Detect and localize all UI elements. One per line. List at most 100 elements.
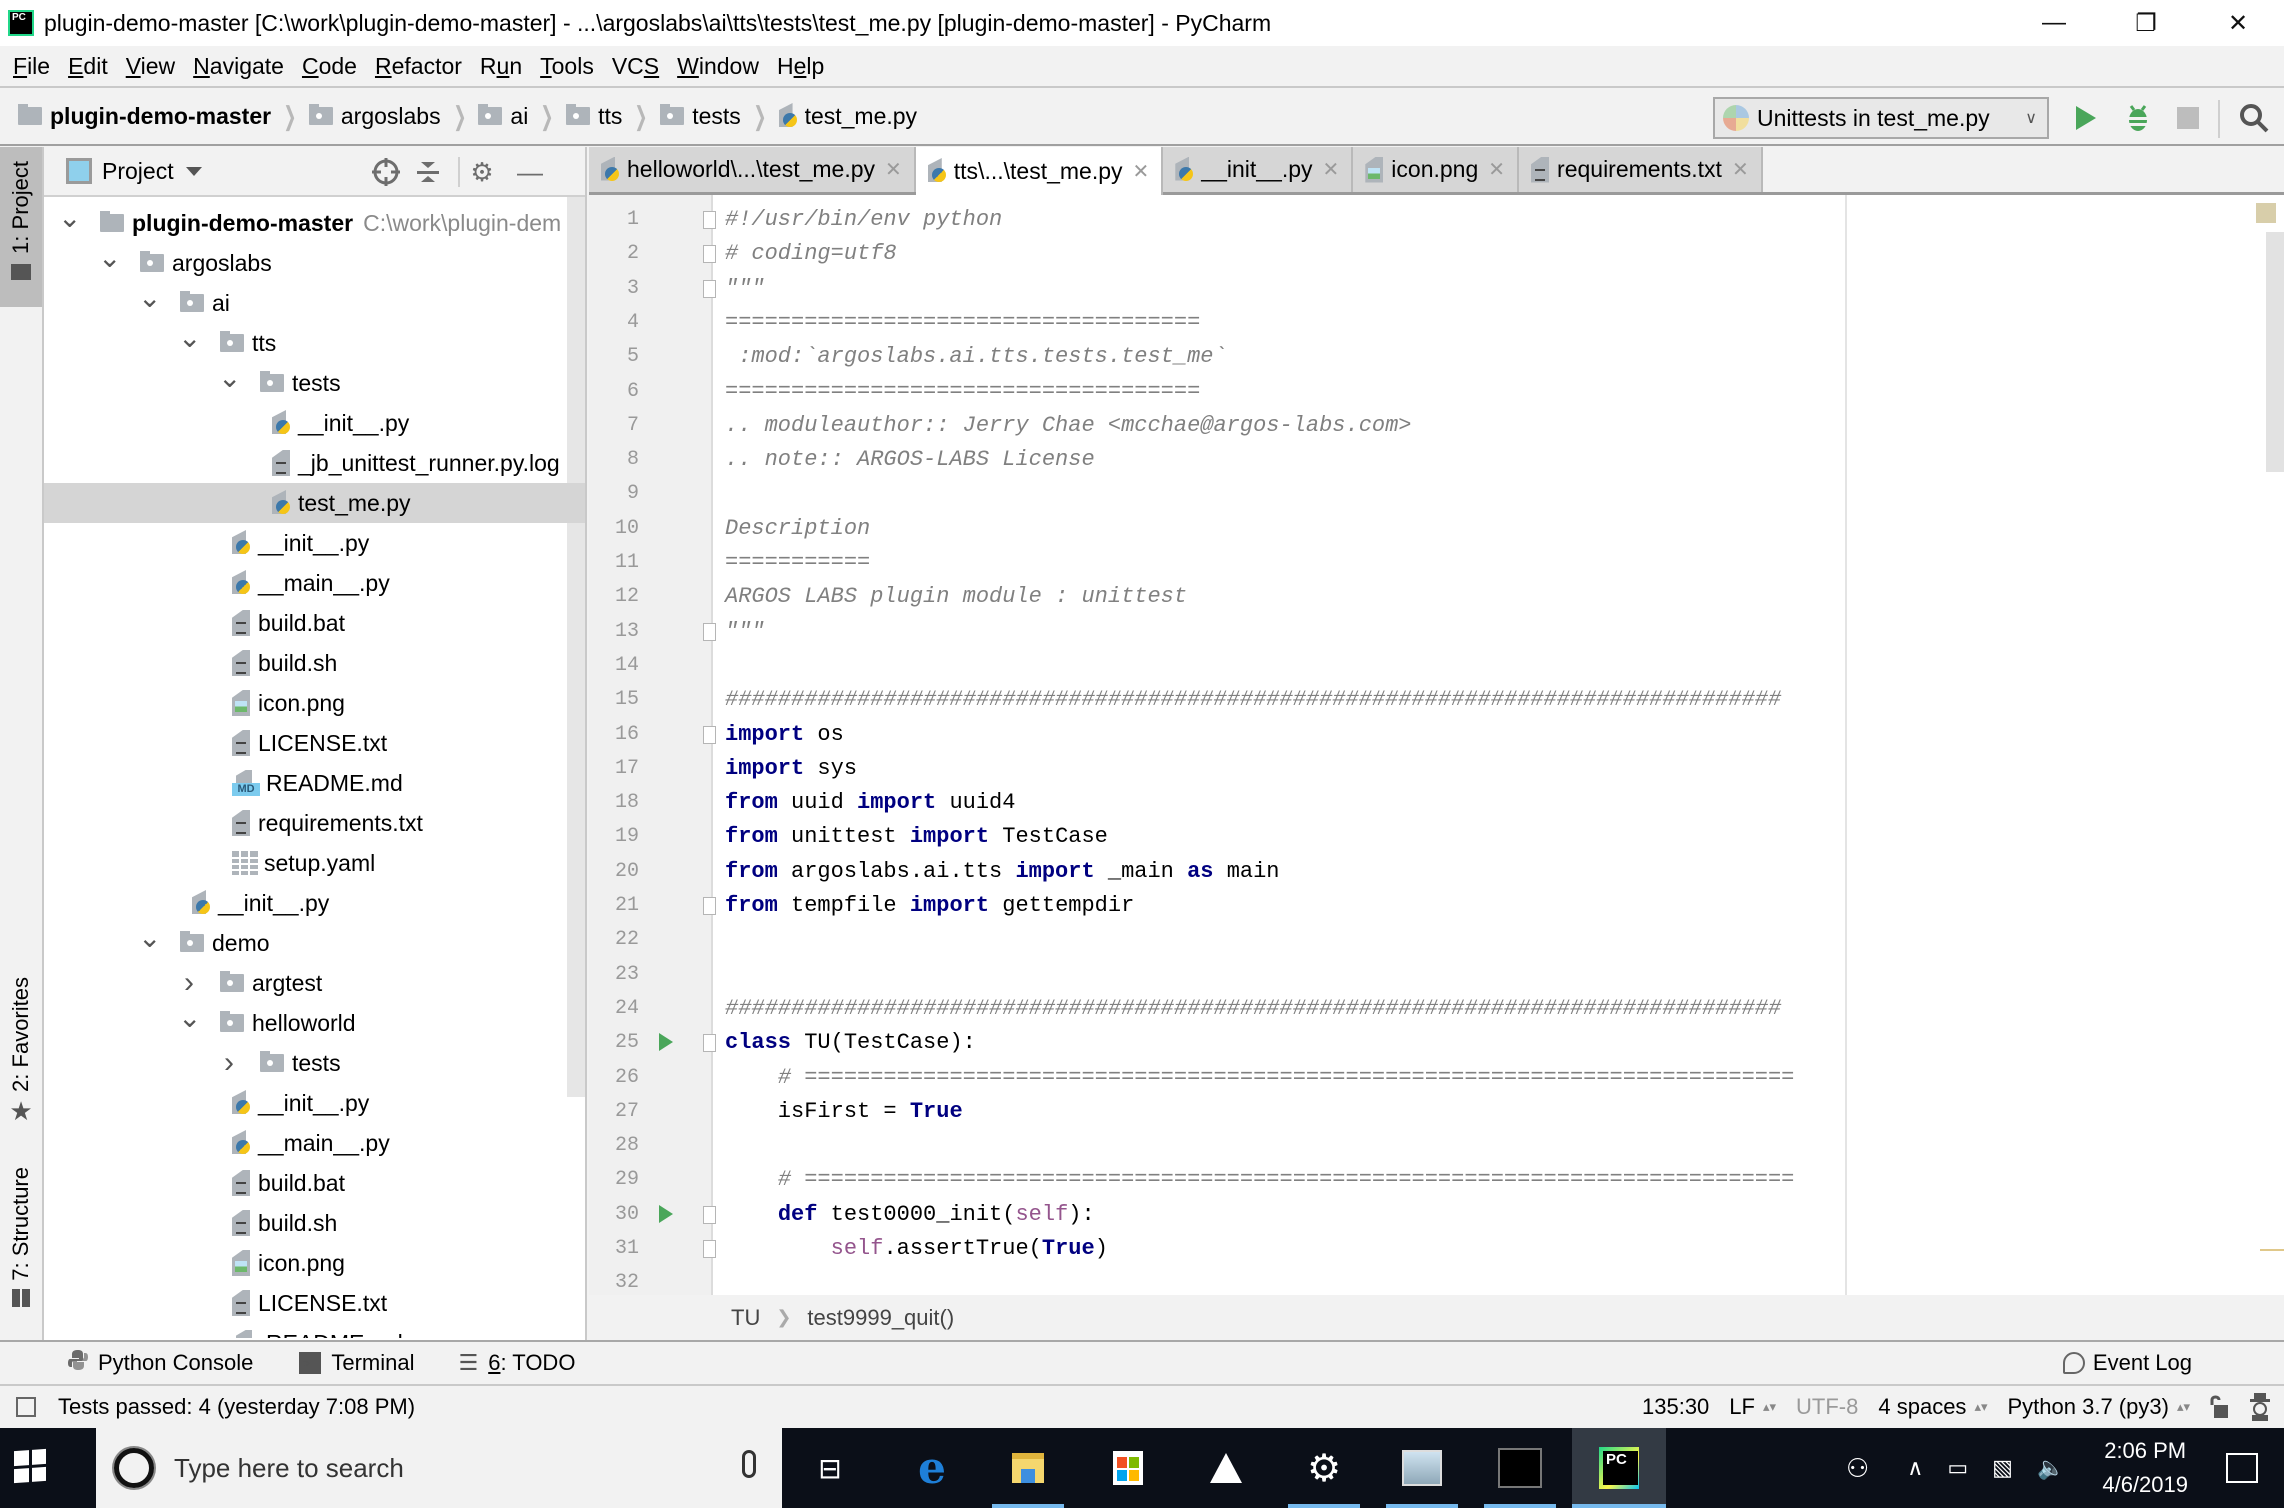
code-editor[interactable]: 1 #!/usr/bin/env python 2 # coding=utf8 3 """… [589, 195, 2284, 1295]
tree-item[interactable]: ⌄ plugin-demo-master C:\work\plugin-dem [44, 201, 585, 243]
edge-browser-button[interactable]: e [902, 1442, 962, 1494]
nav-breadcrumb-item[interactable]: ai [478, 103, 528, 130]
nav-breadcrumb-item[interactable]: test_me.py [779, 103, 917, 130]
tree-item[interactable]: LICENSE.txt [44, 723, 585, 763]
tree-item[interactable]: build.bat [44, 603, 585, 643]
mail-button[interactable] [1196, 1442, 1256, 1494]
favorites-tool-tab[interactable]: 2: Favorites ★ [0, 977, 42, 1127]
tree-item[interactable]: _jb_unittest_runner.py.log [44, 443, 585, 483]
breadcrumb-method[interactable]: test9999_quit() [807, 1305, 954, 1331]
menu-vcs[interactable]: VCS [603, 53, 668, 80]
close-tab-icon[interactable]: ✕ [885, 157, 902, 182]
editor-tab[interactable]: __init__.py ✕ [1163, 147, 1354, 192]
todo-button[interactable]: ☰ 6 : TODO [458, 1350, 575, 1376]
store-button[interactable] [1098, 1442, 1158, 1494]
chevron-down-icon[interactable]: ⌄ [178, 1001, 201, 1034]
fold-marker-icon[interactable] [703, 622, 716, 641]
tree-item[interactable]: __init__.py [44, 403, 585, 443]
project-panel-title[interactable]: Project [102, 158, 174, 185]
run-test-gutter-icon[interactable] [659, 1033, 673, 1052]
tree-item[interactable]: ⌄ helloworld [44, 1001, 585, 1043]
menu-help[interactable]: Help [768, 53, 833, 80]
tree-item[interactable]: ⌄ tts [44, 321, 585, 363]
chevron-down-icon[interactable]: ⌄ [178, 321, 201, 354]
line-separator-widget[interactable]: LF ▴▾ [1729, 1394, 1776, 1420]
fold-marker-icon[interactable] [703, 897, 716, 915]
fold-marker-icon[interactable] [703, 1240, 716, 1258]
run-button[interactable] [2068, 100, 2104, 136]
encoding-widget[interactable]: UTF-8 [1796, 1394, 1858, 1420]
debug-button[interactable] [2120, 100, 2156, 136]
hide-panel-icon[interactable]: — [514, 157, 546, 187]
show-hidden-icons-chevron-icon[interactable]: ∧ [1907, 1455, 1923, 1481]
menu-window[interactable]: Window [668, 53, 768, 80]
fold-marker-icon[interactable] [703, 1034, 716, 1053]
tree-item[interactable]: __init__.py [44, 883, 585, 923]
tree-item[interactable]: build.sh [44, 643, 585, 683]
settings-gear-icon[interactable]: ⚙ [466, 157, 498, 187]
nav-breadcrumb-item[interactable]: tts [566, 103, 622, 130]
fold-marker-icon[interactable] [703, 245, 716, 264]
chevron-down-icon[interactable]: ⌄ [138, 921, 161, 954]
pycharm-taskbar-button[interactable] [1589, 1442, 1649, 1494]
chevron-right-icon[interactable]: › [218, 1046, 240, 1080]
structure-tool-tab[interactable]: 7: Structure [0, 1167, 42, 1337]
chevron-down-icon[interactable]: ⌄ [58, 201, 81, 234]
restore-button[interactable]: ❐ [2100, 0, 2192, 46]
interpreter-widget[interactable]: Python 3.7 (py3) ▴▾ [2008, 1394, 2191, 1420]
command-prompt-button[interactable] [1490, 1442, 1550, 1494]
search-everywhere-button[interactable] [2236, 100, 2272, 136]
run-configuration-dropdown[interactable]: Unittests in test_me.py ∨ [1713, 97, 2049, 139]
python-console-button[interactable]: Python Console [68, 1349, 253, 1377]
tree-item[interactable]: ⌄ ai [44, 282, 585, 323]
fold-marker-icon[interactable] [703, 279, 716, 298]
menu-code[interactable]: Code [293, 53, 366, 80]
hector-inspector-button[interactable] [2248, 1393, 2272, 1421]
performance-monitor-button[interactable] [1392, 1442, 1452, 1494]
menu-file[interactable]: File [4, 53, 59, 80]
fold-marker-icon[interactable] [703, 211, 716, 229]
close-tab-icon[interactable]: ✕ [1732, 157, 1749, 182]
tree-item[interactable]: icon.png [44, 1243, 585, 1283]
breadcrumb-class[interactable]: TU [731, 1305, 760, 1331]
project-tool-tab[interactable]: 1: Project [0, 147, 42, 307]
editor-tab[interactable]: helloworld\...\test_me.py ✕ [589, 147, 916, 192]
dropdown-arrow-icon[interactable] [185, 166, 202, 176]
menu-navigate[interactable]: Navigate [184, 53, 293, 80]
tree-item[interactable]: __init__.py [44, 523, 585, 563]
tree-item[interactable]: setup.yaml [44, 843, 585, 883]
event-log-button[interactable]: Event Log [2062, 1350, 2192, 1376]
tree-item[interactable]: › argtest [44, 963, 585, 1003]
caret-position[interactable]: 135:30 [1642, 1394, 1709, 1420]
tree-item[interactable]: icon.png [44, 683, 585, 723]
tree-item[interactable]: › tests [44, 1043, 585, 1083]
indent-widget[interactable]: 4 spaces ▴▾ [1878, 1394, 1987, 1420]
tree-item[interactable]: __init__.py [44, 1083, 585, 1123]
action-center-icon[interactable] [2226, 1453, 2258, 1483]
microphone-icon[interactable] [742, 1450, 756, 1478]
tree-item[interactable]: build.sh [44, 1203, 585, 1243]
stop-button[interactable] [2170, 100, 2206, 136]
chevron-down-icon[interactable]: ⌄ [98, 241, 121, 274]
menu-tools[interactable]: Tools [531, 53, 603, 80]
close-tab-icon[interactable]: ✕ [1488, 157, 1505, 182]
chevron-right-icon[interactable]: › [178, 966, 200, 1000]
editor-tab[interactable]: tts\...\test_me.py ✕ [915, 147, 1164, 195]
tree-item[interactable]: ⌄ argoslabs [44, 241, 585, 283]
minimize-button[interactable]: — [2008, 0, 2100, 46]
readonly-lock-toggle[interactable] [2210, 1395, 2228, 1419]
nav-breadcrumb-item[interactable]: plugin-demo-master [18, 103, 271, 130]
close-tab-icon[interactable]: ✕ [1323, 157, 1340, 182]
tree-item[interactable]: __main__.py [44, 1123, 585, 1163]
tree-item[interactable]: README.md [44, 1323, 585, 1339]
tree-item[interactable]: LICENSE.txt [44, 1283, 585, 1323]
menu-refactor[interactable]: Refactor [366, 53, 471, 80]
tree-item[interactable]: ⌄ demo [44, 921, 585, 963]
editor-tab[interactable]: icon.png ✕ [1353, 147, 1520, 192]
nav-breadcrumb-item[interactable]: tests [660, 103, 741, 130]
taskbar-search-box[interactable]: Type here to search [96, 1428, 782, 1508]
toggle-tool-windows-icon[interactable] [16, 1397, 36, 1417]
tree-item[interactable]: requirements.txt [44, 803, 585, 843]
status-message[interactable]: Tests passed: 4 (yesterday 7:08 PM) [58, 1394, 415, 1420]
task-view-button[interactable]: ⊟ [800, 1442, 860, 1494]
